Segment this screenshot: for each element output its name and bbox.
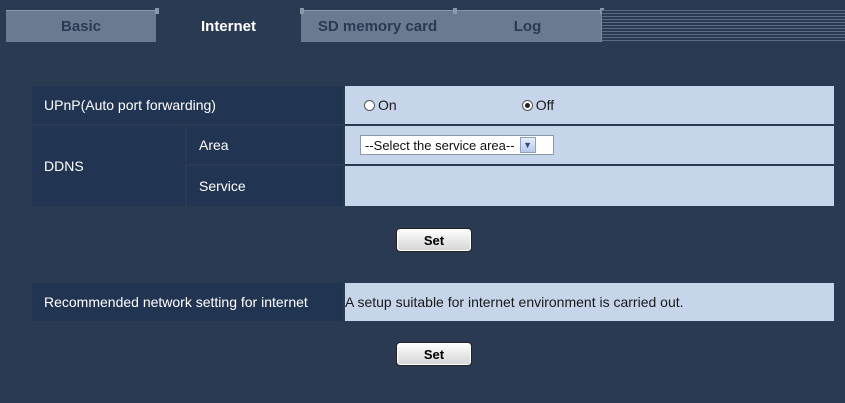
tab-divider bbox=[300, 8, 304, 14]
recommended-label: Recommended network setting for internet bbox=[32, 283, 343, 321]
radio-checked-icon[interactable] bbox=[521, 99, 533, 111]
ddns-service-value bbox=[345, 166, 834, 206]
upnp-on-radio[interactable]: On bbox=[364, 97, 397, 113]
set-button[interactable]: Set bbox=[396, 228, 472, 252]
radio-unchecked-icon[interactable] bbox=[364, 99, 375, 111]
tab-divider bbox=[453, 8, 457, 14]
ddns-service-label: Service bbox=[187, 166, 343, 206]
ddns-area-label: Area bbox=[187, 126, 343, 164]
tab-basic[interactable]: Basic bbox=[6, 10, 156, 42]
upnp-options: On Off bbox=[345, 86, 834, 124]
upnp-label: UPnP(Auto port forwarding) bbox=[32, 86, 343, 124]
recommended-value: A setup suitable for internet environmen… bbox=[345, 283, 834, 321]
tab-sd-memory-card[interactable]: SD memory card bbox=[301, 10, 454, 42]
set-recommended-button[interactable]: Set bbox=[396, 342, 472, 366]
tab-internet[interactable]: Internet bbox=[156, 10, 301, 42]
service-area-select[interactable]: --Select the service area-- ▼ bbox=[360, 135, 554, 155]
service-area-selected: --Select the service area-- bbox=[365, 137, 515, 153]
chevron-down-icon[interactable]: ▼ bbox=[519, 137, 536, 153]
ddns-area-cell: --Select the service area-- ▼ bbox=[345, 126, 834, 164]
ddns-label: DDNS bbox=[32, 126, 185, 206]
upnp-on-label: On bbox=[378, 97, 397, 113]
tab-bar-filler bbox=[601, 10, 845, 42]
upnp-off-radio[interactable]: Off bbox=[521, 97, 555, 113]
upnp-off-label: Off bbox=[535, 97, 555, 113]
tab-bar: Basic Internet SD memory card Log bbox=[0, 0, 845, 42]
tab-log[interactable]: Log bbox=[454, 10, 601, 42]
tab-divider bbox=[155, 8, 159, 14]
